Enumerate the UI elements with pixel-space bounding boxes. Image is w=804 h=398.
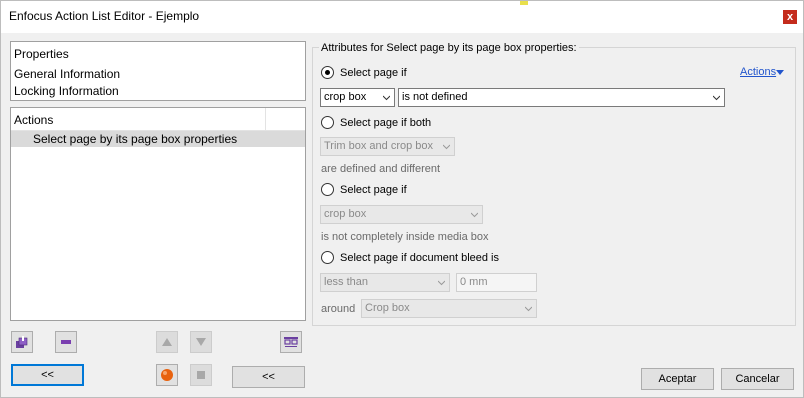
actions-menu-link[interactable]: Actions [740,66,776,78]
title-decoration [520,1,528,5]
option2-radio-row[interactable]: Select page if both [321,116,431,129]
radio-button[interactable] [321,116,334,129]
properties-item-locking[interactable]: Locking Information [14,84,119,98]
move-down-button[interactable] [190,331,212,353]
option4-radio-row[interactable]: Select page if document bleed is [321,251,499,264]
option1-box-value: crop box [324,91,367,103]
option4-comparison-select[interactable]: less than [320,273,450,292]
radio-button-selected[interactable] [321,66,334,79]
stop-button[interactable] [190,364,212,386]
chevron-down-icon [438,280,445,286]
cancel-button[interactable]: Cancelar [721,368,794,390]
collapse-left-button[interactable]: << [11,364,84,386]
title-bar: Enfocus Action List Editor - Ejemplo x [1,1,803,33]
option3-radio-row[interactable]: Select page if [321,183,407,196]
option2-note: are defined and different [321,163,441,175]
dropdown-arrow-icon [776,70,784,75]
properties-header: Properties [14,47,69,61]
option3-label: Select page if [340,183,407,196]
chevron-down-icon [471,212,478,218]
remove-icon [61,340,71,344]
dialog-window: Enfocus Action List Editor - Ejemplo x P… [0,0,804,398]
attributes-legend: Attributes for Select page by its page b… [319,42,579,54]
option4-label: Select page if document bleed is [340,251,499,264]
column-divider [265,108,266,130]
option1-condition-value: is not defined [402,91,468,103]
remove-action-button[interactable] [55,331,77,353]
option2-box-select[interactable]: Trim box and crop box [320,137,455,156]
properties-panel: Properties General Information Locking I… [10,41,306,101]
chevron-down-icon [525,306,532,312]
option3-note: is not completely inside media box [321,231,489,243]
option1-label: Select page if [340,66,407,79]
glasses-icon [284,337,298,347]
chevron-down-icon [443,144,450,150]
chevron-down-icon [383,95,390,101]
close-button[interactable]: x [783,10,797,24]
option1-condition-select[interactable]: is not defined [398,88,725,107]
properties-item-general[interactable]: General Information [14,67,120,81]
actions-header: Actions [14,113,54,127]
stop-icon [197,371,205,379]
add-stack-icon [16,336,28,348]
bleed-amount-input[interactable]: 0 mm [456,273,537,292]
add-action-button[interactable] [11,331,33,353]
orange-ball-icon [161,369,173,381]
around-box-value: Crop box [365,302,410,314]
window-title: Enfocus Action List Editor - Ejemplo [9,9,200,23]
collapse-right-button[interactable]: << [232,366,305,388]
move-up-button[interactable] [156,331,178,353]
actions-panel: Actions Select page by its page box prop… [10,107,306,321]
option3-box-select[interactable]: crop box [320,205,483,224]
chevron-down-icon [713,95,720,101]
option2-box-value: Trim box and crop box [324,140,434,152]
radio-button[interactable] [321,183,334,196]
option4-comparison-value: less than [324,276,369,288]
option3-box-value: crop box [324,208,367,220]
action-item-label: Select page by its page box properties [33,132,238,146]
arrow-down-icon [196,338,206,346]
run-button[interactable] [156,364,178,386]
option1-box-select[interactable]: crop box [320,88,395,107]
around-box-select[interactable]: Crop box [361,299,537,318]
radio-button[interactable] [321,251,334,264]
action-list-item[interactable]: Select page by its page box properties [11,131,305,147]
around-label: around [321,303,356,315]
arrow-up-icon [162,338,172,346]
accept-button[interactable]: Aceptar [641,368,714,390]
preview-button[interactable] [280,331,302,353]
option1-radio-row[interactable]: Select page if [321,66,407,79]
option2-label: Select page if both [340,116,432,129]
